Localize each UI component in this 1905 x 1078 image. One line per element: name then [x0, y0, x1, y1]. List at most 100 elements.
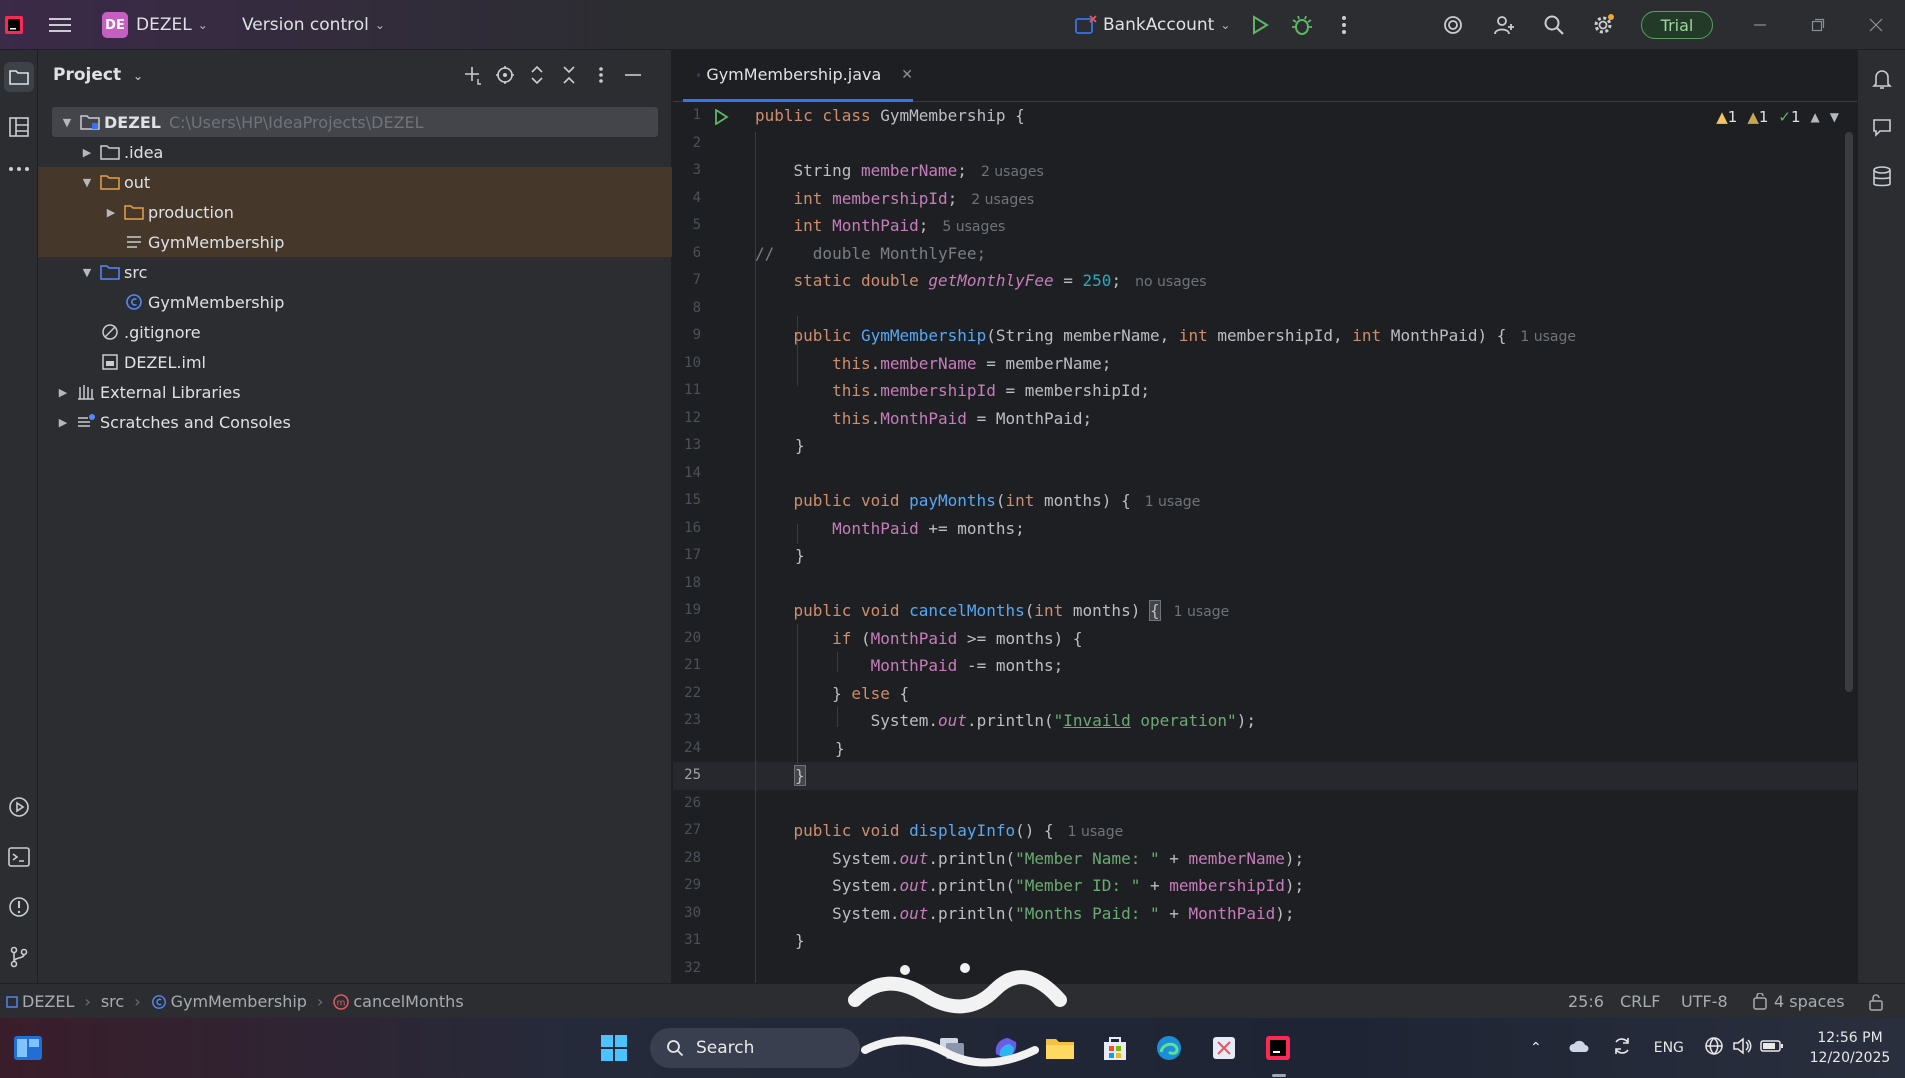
git-branch-icon[interactable] [4, 942, 34, 972]
code-editor[interactable]: 1 2 3 4 5 6 7 8 9 10 11 12 13 14 15 16 17 18 19 20 21 22 23 24 2… [673, 102, 1857, 983]
code-area[interactable]: public class GymMembership { String memb… [755, 102, 1835, 983]
chevron-right-icon[interactable]: ▶ [56, 386, 70, 399]
trial-button[interactable]: Trial [1641, 11, 1713, 39]
tree-item-external-libraries[interactable]: ▶ External Libraries [38, 377, 672, 407]
database-icon[interactable] [1867, 162, 1897, 192]
close-window-icon[interactable] [1864, 13, 1888, 37]
usages-hint[interactable]: 1 usage [1174, 604, 1230, 620]
usages-hint[interactable]: 1 usage [1068, 824, 1124, 840]
options-icon[interactable] [590, 64, 612, 86]
minimize-icon[interactable] [1748, 13, 1772, 37]
terminal-icon[interactable] [4, 842, 34, 872]
more-tools-icon[interactable] [4, 154, 34, 184]
sync-icon[interactable] [1612, 1036, 1632, 1060]
input-language[interactable]: ENG [1654, 1040, 1684, 1056]
line-number[interactable]: 23 [673, 707, 701, 735]
indent-settings[interactable]: 4 spaces [1752, 984, 1845, 1019]
line-number[interactable]: 10 [673, 350, 701, 378]
snipping-tool-icon[interactable] [1206, 1030, 1242, 1066]
main-menu-icon[interactable] [48, 13, 72, 37]
tree-item-out[interactable]: ▼ out [38, 167, 672, 197]
search-icon[interactable] [1542, 13, 1566, 37]
line-number[interactable]: 32 [673, 955, 701, 983]
line-number[interactable]: 26 [673, 790, 701, 818]
run-config-selector[interactable]: BankAccount ⌄ [1075, 0, 1230, 50]
line-number[interactable]: 15 [673, 487, 701, 515]
line-number[interactable]: 25 [673, 762, 701, 790]
microsoft-store-icon[interactable] [1097, 1030, 1133, 1066]
line-number[interactable]: 16 [673, 515, 701, 543]
line-number[interactable]: 17 [673, 542, 701, 570]
restore-icon[interactable] [1806, 13, 1830, 37]
copilot-icon[interactable] [988, 1030, 1024, 1066]
tab-gymmembership-java[interactable]: GymMembership.java ✕ [683, 50, 913, 102]
task-view-icon[interactable] [934, 1030, 970, 1066]
chevron-right-icon[interactable]: ▶ [104, 206, 118, 219]
structure-icon[interactable] [4, 112, 34, 142]
run-icon[interactable] [1248, 13, 1272, 37]
taskbar-search[interactable]: Search [650, 1028, 860, 1068]
tree-item-iml[interactable]: DEZEL.iml [38, 347, 672, 377]
project-view-selector[interactable]: Project ⌄ [53, 65, 143, 85]
line-number[interactable]: 20 [673, 625, 701, 653]
usages-hint[interactable]: 5 usages [942, 219, 1005, 235]
chevron-down-icon[interactable]: ▼ [60, 116, 74, 129]
read-only-lock-icon[interactable] [1868, 984, 1884, 1019]
windows-start-icon[interactable] [596, 1030, 632, 1066]
tree-item-production[interactable]: ▶ production [38, 197, 672, 227]
run-gutter-icon[interactable] [713, 108, 729, 129]
tree-item-idea[interactable]: ▶ .idea [38, 137, 672, 167]
line-number[interactable]: 3 [673, 157, 701, 185]
network-globe-icon[interactable] [1704, 1036, 1724, 1060]
usages-hint[interactable]: 1 usage [1520, 329, 1576, 345]
typo-token[interactable]: Invaild [1063, 711, 1130, 730]
project-selector[interactable]: DE DEZEL ⌄ [102, 0, 208, 50]
line-number[interactable]: 24 [673, 735, 701, 763]
tree-item-gymmembership-java[interactable]: GymMembership [38, 287, 672, 317]
tree-item-project-root[interactable]: ▼ DEZEL C:\Users\HP\IdeaProjects\DEZEL [52, 107, 658, 137]
edge-browser-icon[interactable] [1151, 1030, 1187, 1066]
file-explorer-icon[interactable] [1042, 1030, 1078, 1066]
line-number[interactable]: 4 [673, 185, 701, 213]
line-number[interactable]: 8 [673, 295, 701, 323]
caret-position[interactable]: 25:6 [1568, 984, 1604, 1019]
line-number[interactable]: 2 [673, 130, 701, 158]
usages-hint[interactable]: 2 usages [981, 164, 1044, 180]
file-encoding[interactable]: UTF-8 [1681, 984, 1728, 1019]
usages-hint[interactable]: 2 usages [971, 192, 1034, 208]
project-folder-icon[interactable] [4, 62, 34, 92]
volume-icon[interactable] [1732, 1037, 1752, 1059]
debug-icon[interactable] [1290, 13, 1314, 37]
line-number[interactable]: 12 [673, 405, 701, 433]
line-number-gutter[interactable]: 1 2 3 4 5 6 7 8 9 10 11 12 13 14 15 16 17 18 19 20 21 22 23 24 2… [673, 102, 745, 983]
ai-assistant-icon[interactable] [1441, 13, 1465, 37]
line-number[interactable]: 5 [673, 212, 701, 240]
add-user-icon[interactable] [1492, 13, 1516, 37]
add-file-icon[interactable] [462, 64, 484, 86]
version-control-menu[interactable]: Version control ⌄ [242, 0, 385, 50]
breadcrumb-item[interactable]: src [101, 992, 124, 1011]
line-number[interactable]: 31 [673, 927, 701, 955]
onedrive-icon[interactable] [1568, 1038, 1590, 1058]
tree-item-scratches[interactable]: ▶ Scratches and Consoles [38, 407, 672, 437]
line-number[interactable]: 9 [673, 322, 701, 350]
ai-chat-icon[interactable] [1867, 112, 1897, 142]
tree-item-gymmembership-class[interactable]: GymMembership [38, 227, 672, 257]
line-number[interactable]: 19 [673, 597, 701, 625]
line-number[interactable]: 13 [673, 432, 701, 460]
line-number[interactable]: 28 [673, 845, 701, 873]
breadcrumb-item[interactable]: DEZEL [22, 992, 74, 1011]
chevron-up-icon[interactable]: ⌃ [1530, 1040, 1542, 1056]
line-number[interactable]: 21 [673, 652, 701, 680]
close-tab-icon[interactable]: ✕ [901, 67, 913, 83]
line-number[interactable]: 18 [673, 570, 701, 598]
expand-all-icon[interactable] [526, 64, 548, 86]
line-number[interactable]: 22 [673, 680, 701, 708]
line-number[interactable]: 30 [673, 900, 701, 928]
line-number[interactable]: 14 [673, 460, 701, 488]
tree-item-gitignore[interactable]: .gitignore [38, 317, 672, 347]
problems-icon[interactable] [4, 892, 34, 922]
chevron-right-icon[interactable]: ▶ [56, 416, 70, 429]
battery-icon[interactable] [1760, 1039, 1784, 1057]
hide-panel-icon[interactable] [622, 64, 644, 86]
